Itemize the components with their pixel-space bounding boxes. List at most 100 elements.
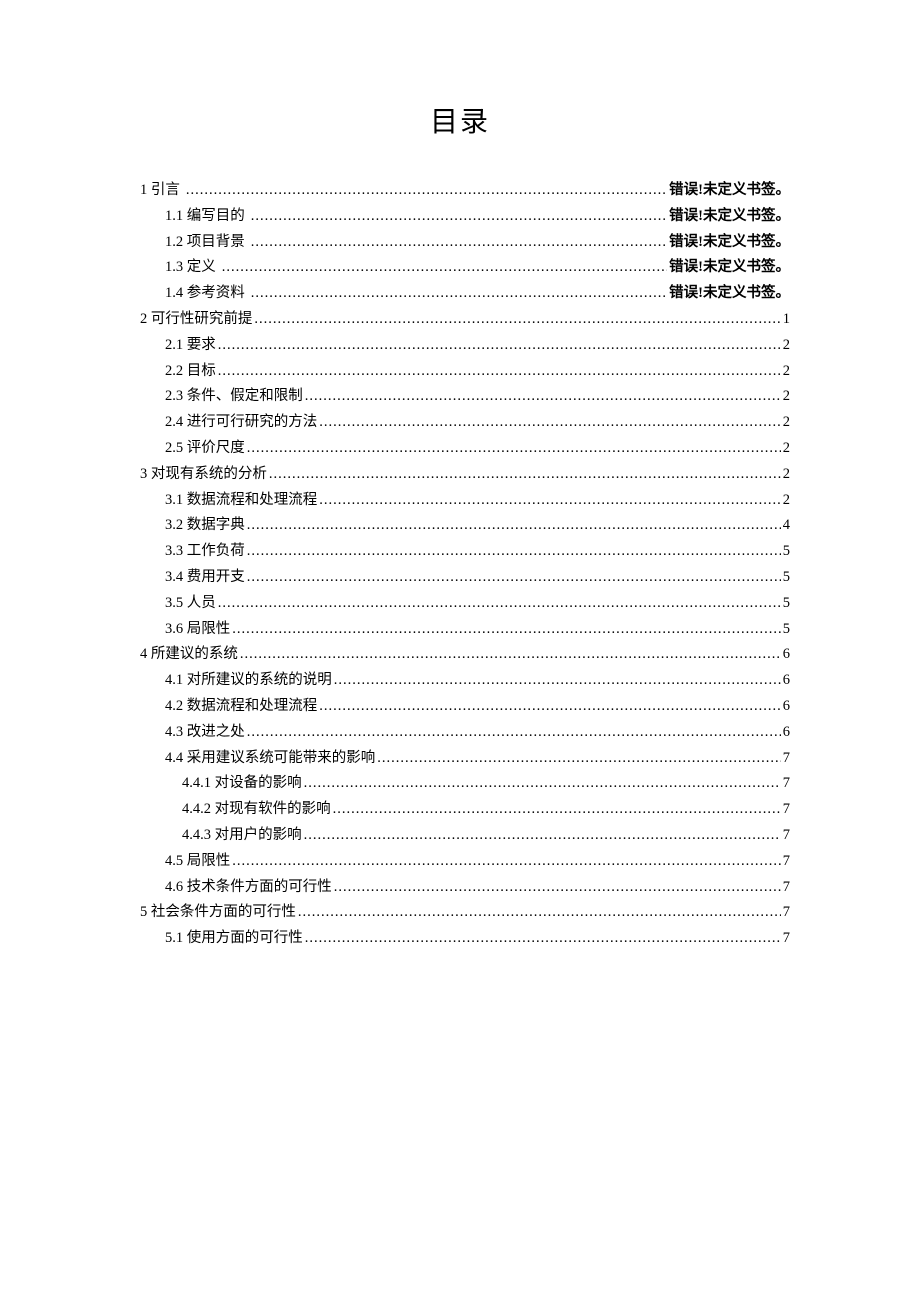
toc-leader-dots <box>269 462 781 488</box>
toc-entry: 4.6 技术条件方面的可行性 7 <box>130 875 790 901</box>
toc-error-text: 错误!未定义书签。 <box>669 178 790 204</box>
toc-entry: 4 所建议的系统 6 <box>130 642 790 668</box>
toc-entry-label: 4.4.3 对用户的影响 <box>182 823 302 849</box>
toc-entry: 1.4 参考资料 错误!未定义书签。 <box>130 281 790 307</box>
toc-leader-dots <box>218 359 781 385</box>
toc-leader-dots <box>247 436 781 462</box>
toc-page-number: 7 <box>783 746 790 772</box>
toc-page-number: 7 <box>783 926 790 952</box>
toc-entry-label: 3.3 工作负荷 <box>165 539 245 565</box>
toc-leader-dots <box>334 668 781 694</box>
toc-leader-dots <box>319 410 781 436</box>
toc-leader-dots <box>298 900 781 926</box>
toc-entry: 1.2 项目背景 错误!未定义书签。 <box>130 230 790 256</box>
toc-entry: 4.2 数据流程和处理流程 6 <box>130 694 790 720</box>
toc-entry: 1.1 编写目的 错误!未定义书签。 <box>130 204 790 230</box>
toc-entry: 2 可行性研究前提1 <box>130 307 790 333</box>
toc-leader-dots <box>319 694 781 720</box>
toc-leader-dots <box>305 384 781 410</box>
document-page: 目录 1 引言错误!未定义书签。1.1 编写目的错误!未定义书签。1.2 项目背… <box>0 0 920 952</box>
toc-leader-dots <box>305 926 781 952</box>
toc-entry-label: 4.4.1 对设备的影响 <box>182 771 302 797</box>
toc-entry-label: 3 对现有系统的分析 <box>140 462 267 488</box>
toc-leader-dots <box>251 230 667 256</box>
toc-leader-dots <box>240 642 781 668</box>
toc-entry-label: 1.2 项目背景 <box>165 230 245 256</box>
toc-page-number: 7 <box>783 849 790 875</box>
toc-page-number: 7 <box>783 875 790 901</box>
toc-page-number: 7 <box>783 900 790 926</box>
toc-leader-dots <box>251 204 667 230</box>
toc-container: 1 引言错误!未定义书签。1.1 编写目的错误!未定义书签。1.2 项目背景错误… <box>130 178 790 952</box>
toc-page-number: 7 <box>783 797 790 823</box>
toc-entry-label: 4.2 数据流程和处理流程 <box>165 694 317 720</box>
toc-entry: 5.1 使用方面的可行性 7 <box>130 926 790 952</box>
toc-entry-label: 4 所建议的系统 <box>140 642 238 668</box>
toc-entry: 2.5 评价尺度 2 <box>130 436 790 462</box>
toc-entry-label: 2.5 评价尺度 <box>165 436 245 462</box>
toc-page-number: 6 <box>783 642 790 668</box>
toc-entry-label: 2.1 要求 <box>165 333 216 359</box>
toc-entry-label: 5 社会条件方面的可行性 <box>140 900 296 926</box>
toc-page-number: 2 <box>783 410 790 436</box>
toc-error-text: 错误!未定义书签。 <box>669 281 790 307</box>
toc-entry: 1.3 定义 错误!未定义书签。 <box>130 255 790 281</box>
toc-page-number: 2 <box>783 384 790 410</box>
toc-entry: 3.2 数据字典 4 <box>130 513 790 539</box>
toc-leader-dots <box>247 720 781 746</box>
toc-entry: 4.4 采用建议系统可能带来的影响7 <box>130 746 790 772</box>
toc-entry-label: 1.4 参考资料 <box>165 281 245 307</box>
toc-entry: 2.1 要求 2 <box>130 333 790 359</box>
toc-entry-label: 1.1 编写目的 <box>165 204 245 230</box>
toc-leader-dots <box>247 565 781 591</box>
toc-entry: 4.3 改进之处6 <box>130 720 790 746</box>
toc-leader-dots <box>247 513 781 539</box>
toc-title: 目录 <box>130 100 790 140</box>
toc-page-number: 6 <box>783 668 790 694</box>
toc-entry-label: 3.2 数据字典 <box>165 513 245 539</box>
toc-error-text: 错误!未定义书签。 <box>669 255 790 281</box>
toc-page-number: 2 <box>783 462 790 488</box>
toc-leader-dots <box>377 746 781 772</box>
toc-page-number: 2 <box>783 333 790 359</box>
toc-leader-dots <box>247 539 781 565</box>
toc-leader-dots <box>222 255 667 281</box>
toc-page-number: 6 <box>783 694 790 720</box>
toc-entry: 2.2 目标 2 <box>130 359 790 385</box>
toc-entry: 4.4.2 对现有软件的影响 7 <box>130 797 790 823</box>
toc-entry-label: 4.4.2 对现有软件的影响 <box>182 797 331 823</box>
toc-leader-dots <box>254 307 780 333</box>
toc-entry-label: 2.2 目标 <box>165 359 216 385</box>
toc-entry: 4.1 对所建议的系统的说明6 <box>130 668 790 694</box>
toc-page-number: 5 <box>783 617 790 643</box>
toc-entry-label: 4.6 技术条件方面的可行性 <box>165 875 332 901</box>
toc-entry-label: 1.3 定义 <box>165 255 216 281</box>
toc-entry: 2.4 进行可行研究的方法 2 <box>130 410 790 436</box>
toc-entry: 1 引言 错误!未定义书签。 <box>130 178 790 204</box>
toc-leader-dots <box>186 178 667 204</box>
toc-page-number: 1 <box>783 307 790 333</box>
toc-page-number: 4 <box>783 513 790 539</box>
toc-entry-label: 2.4 进行可行研究的方法 <box>165 410 317 436</box>
toc-entry-label: 1 引言 <box>140 178 180 204</box>
toc-entry-label: 3.6 局限性 <box>165 617 230 643</box>
toc-entry-label: 3.1 数据流程和处理流程 <box>165 488 317 514</box>
toc-entry: 2.3 条件、假定和限制2 <box>130 384 790 410</box>
toc-leader-dots <box>319 488 781 514</box>
toc-leader-dots <box>218 591 781 617</box>
toc-entry-label: 4.5 局限性 <box>165 849 230 875</box>
toc-entry-label: 4.3 改进之处 <box>165 720 245 746</box>
toc-entry-label: 5.1 使用方面的可行性 <box>165 926 303 952</box>
toc-error-text: 错误!未定义书签。 <box>669 230 790 256</box>
toc-entry-label: 3.4 费用开支 <box>165 565 245 591</box>
toc-leader-dots <box>334 875 781 901</box>
toc-leader-dots <box>232 617 781 643</box>
toc-page-number: 7 <box>783 823 790 849</box>
toc-entry: 4.4.3 对用户的影响 7 <box>130 823 790 849</box>
toc-page-number: 2 <box>783 436 790 462</box>
toc-error-text: 错误!未定义书签。 <box>669 204 790 230</box>
toc-page-number: 2 <box>783 488 790 514</box>
toc-page-number: 2 <box>783 359 790 385</box>
toc-entry: 4.5 局限性 7 <box>130 849 790 875</box>
toc-leader-dots <box>218 333 781 359</box>
